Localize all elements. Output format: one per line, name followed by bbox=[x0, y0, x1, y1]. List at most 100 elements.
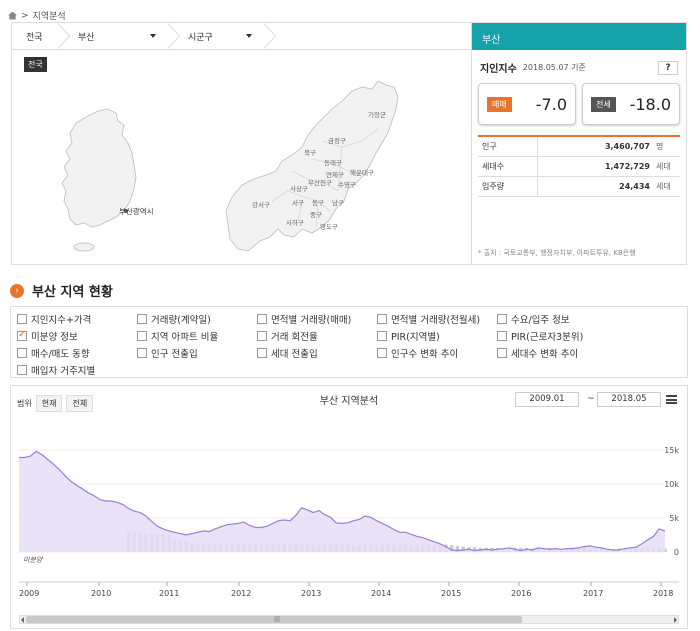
checkbox-label: 면적별 거래량(전월세) bbox=[391, 315, 481, 326]
checkbox-icon[interactable] bbox=[257, 314, 267, 324]
city-selector[interactable]: 부산 bbox=[64, 23, 180, 49]
scroll-right-icon[interactable] bbox=[674, 617, 677, 623]
x-tick-label: 2009 bbox=[19, 589, 39, 598]
jeju-island-shape[interactable] bbox=[73, 242, 95, 252]
stats-unit: 명 bbox=[656, 142, 664, 151]
checkbox-label: 거래 회전율 bbox=[271, 332, 318, 343]
indicator-checkbox[interactable]: PIR(근로자3분위) bbox=[497, 329, 583, 343]
checkbox-icon[interactable] bbox=[137, 331, 147, 341]
stats-unit: 세대 bbox=[656, 182, 671, 191]
region-selector-bar: 전국 부산 시군구 bbox=[12, 23, 471, 50]
indicator-checkbox-grid: 지인지수+가격 거래량(계약일) 면적별 거래량(매매) 면적별 거래량(전월세) 수요… bbox=[10, 306, 688, 378]
series-label: 미분양 bbox=[23, 556, 44, 564]
region-stats-table: 인구 3,460,707 명 세대수 1,472,729 세대 입주량 24,4… bbox=[478, 135, 680, 197]
stats-key: 세대수 bbox=[478, 157, 538, 176]
district-label-geumjeong: 금정구 bbox=[328, 136, 346, 145]
checkbox-label: 미분양 정보 bbox=[31, 332, 78, 343]
indicator-checkbox[interactable]: 거래 회전율 bbox=[257, 329, 318, 343]
region-summary-title: 부산 bbox=[472, 23, 686, 50]
chart-panel: 부산 지역분석 범위 현재 전체 2009.01 ~ 2018.05 15k 10… bbox=[10, 385, 688, 629]
district-label-dongnae: 동래구 bbox=[324, 158, 342, 167]
indicator-checkbox[interactable]: 인구수 변화 추이 bbox=[377, 346, 458, 360]
district-label-seo: 서구 bbox=[292, 198, 304, 207]
district-selector[interactable]: 시군구 bbox=[174, 23, 276, 49]
checkbox-icon[interactable] bbox=[137, 348, 147, 358]
district-label-yeongdo: 영도구 bbox=[320, 222, 338, 231]
help-button[interactable]: ? bbox=[658, 60, 678, 75]
checkbox-checked-icon[interactable] bbox=[17, 329, 27, 341]
checkbox-icon[interactable] bbox=[497, 348, 507, 358]
indicator-checkbox[interactable]: 거래량(계약일) bbox=[137, 312, 211, 326]
busan-map-shape[interactable] bbox=[225, 80, 399, 252]
checkbox-icon[interactable] bbox=[257, 331, 267, 341]
stats-value: 1,472,729 bbox=[604, 162, 650, 171]
checkbox-icon[interactable] bbox=[17, 314, 27, 324]
indicator-checkbox[interactable]: 인구 전출입 bbox=[137, 346, 198, 360]
dropdown-arrow-icon bbox=[150, 34, 156, 38]
chevron-right-icon bbox=[264, 23, 276, 49]
indicator-checkbox[interactable]: 매수/매도 동향 bbox=[17, 346, 90, 360]
indicator-checkbox[interactable]: 수요/입주 정보 bbox=[497, 312, 570, 326]
stats-key: 입주량 bbox=[478, 177, 538, 196]
stats-row: 세대수 1,472,729 세대 bbox=[478, 157, 680, 177]
district-label-suyeong: 수영구 bbox=[338, 180, 356, 189]
chart-scrollbar[interactable]: ||| bbox=[19, 615, 679, 624]
indicator-checkbox[interactable]: PIR(지역별) bbox=[377, 329, 440, 343]
checkbox-icon[interactable] bbox=[257, 348, 267, 358]
dropdown-arrow-icon bbox=[246, 34, 252, 38]
stats-unit: 세대 bbox=[656, 162, 671, 171]
country-label: 전국 bbox=[26, 32, 43, 43]
indicator-checkbox[interactable]: 면적별 거래량(매매) bbox=[257, 312, 351, 326]
checkbox-icon[interactable] bbox=[17, 365, 27, 375]
district-label-gijang: 기장군 bbox=[368, 110, 386, 119]
breadcrumb: > 지역분석 bbox=[8, 9, 66, 22]
rent-index-box: 전세 -18.0 bbox=[582, 83, 680, 125]
indicator-checkbox[interactable]: 세대 전출입 bbox=[257, 346, 318, 360]
x-tick-label: 2013 bbox=[301, 589, 321, 598]
checkbox-icon[interactable] bbox=[377, 314, 387, 324]
checkbox-icon[interactable] bbox=[17, 348, 27, 358]
checkbox-label: PIR(근로자3분위) bbox=[511, 332, 584, 343]
indicator-checkbox[interactable]: 지역 아파트 비율 bbox=[137, 329, 218, 343]
checkbox-icon[interactable] bbox=[497, 331, 507, 341]
checkbox-label: 인구 전출입 bbox=[151, 349, 198, 360]
indicator-checkbox[interactable]: 매입자 거주지별 bbox=[17, 363, 95, 377]
index-values: 매매 -7.0 전세 -18.0 bbox=[472, 75, 686, 125]
indicator-checkbox[interactable]: 면적별 거래량(전월세) bbox=[377, 312, 480, 326]
checkbox-icon[interactable] bbox=[137, 314, 147, 324]
y-tick-label: 5k bbox=[669, 514, 679, 523]
checkbox-label: 매수/매도 동향 bbox=[31, 349, 90, 360]
district-label-yeonje: 연제구 bbox=[326, 171, 344, 179]
indicator-checkbox[interactable]: 지인지수+가격 bbox=[17, 312, 91, 326]
stats-row: 입주량 24,434 세대 bbox=[478, 177, 680, 197]
city-label: 부산 bbox=[78, 32, 95, 43]
checkbox-label: 인구수 변화 추이 bbox=[391, 349, 459, 360]
x-tick-label: 2017 bbox=[583, 589, 603, 598]
x-tick-label: 2014 bbox=[371, 589, 391, 598]
map-panel: 전국 부산 시군구 전국 부산광역시 기장군 금정구 북구 동래구 해운대구 연… bbox=[11, 22, 472, 265]
rent-label: 전세 bbox=[591, 96, 616, 112]
y-tick-label: 0 bbox=[674, 548, 679, 557]
district-label-saha: 사하구 bbox=[286, 218, 304, 227]
home-icon[interactable] bbox=[8, 11, 17, 20]
checkbox-icon[interactable] bbox=[377, 348, 387, 358]
y-tick-label: 15k bbox=[664, 446, 679, 455]
region-map: 부산광역시 기장군 금정구 북구 동래구 해운대구 연제구 수영구 부산진구 사… bbox=[61, 80, 399, 252]
x-tick-label: 2015 bbox=[441, 589, 461, 598]
section-header: › 부산 지역 현황 bbox=[10, 281, 113, 300]
korea-busan-label: 부산광역시 bbox=[119, 206, 154, 216]
x-tick-label: 2018 bbox=[653, 589, 673, 598]
checkbox-label: 매입자 거주지별 bbox=[31, 366, 96, 377]
country-selector[interactable]: 전국 bbox=[12, 23, 70, 49]
scroll-left-icon[interactable] bbox=[21, 617, 24, 623]
x-tick-label: 2012 bbox=[231, 589, 251, 598]
checkbox-icon[interactable] bbox=[377, 331, 387, 341]
index-date: 2018.05.07 기준 bbox=[522, 63, 586, 72]
scrollbar-thumb[interactable]: ||| bbox=[26, 616, 522, 623]
x-tick-label: 2011 bbox=[159, 589, 179, 598]
checkbox-icon[interactable] bbox=[497, 314, 507, 324]
stats-value: 24,434 bbox=[619, 182, 650, 191]
indicator-checkbox[interactable]: 세대수 변화 추이 bbox=[497, 346, 578, 360]
indicator-checkbox[interactable]: 미분양 정보 bbox=[17, 329, 78, 343]
section-title: 부산 지역 현황 bbox=[32, 285, 113, 300]
